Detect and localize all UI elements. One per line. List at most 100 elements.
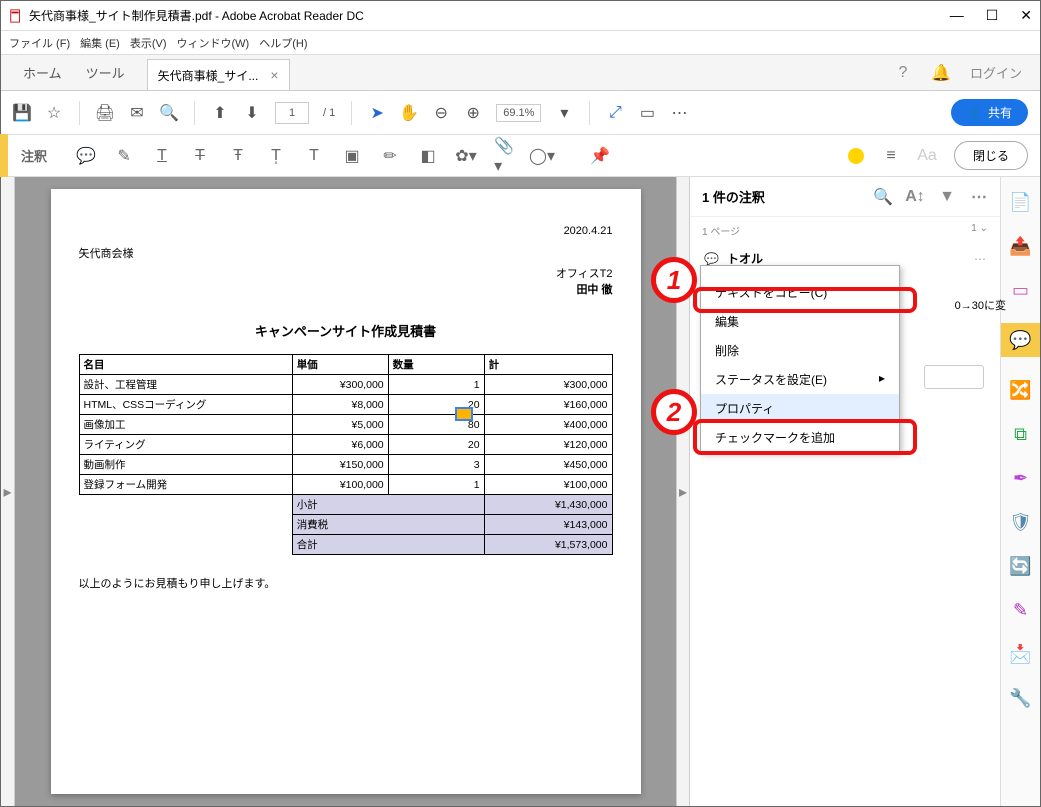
- pencil-icon[interactable]: ✏: [381, 147, 399, 165]
- sticky-note-marker[interactable]: [455, 407, 473, 421]
- menu-set-status[interactable]: ステータスを設定(E)▸: [701, 365, 899, 394]
- strike-icon[interactable]: T: [191, 147, 209, 165]
- comment-bubble-icon: 💬: [704, 252, 719, 266]
- text-icon[interactable]: T: [305, 147, 323, 165]
- rail-compare-icon[interactable]: 🔄: [1010, 555, 1032, 577]
- tab-row: ホーム ツール 矢代商事様_サイ... × ? 🔔 ログイン: [1, 55, 1040, 91]
- share-button[interactable]: 👤 共有: [951, 99, 1028, 126]
- doc-company: オフィスT2: [79, 265, 613, 281]
- share-label: 共有: [988, 104, 1012, 121]
- comment-page-label: 1 ページ: [702, 223, 740, 238]
- pin-icon[interactable]: 📌: [591, 147, 609, 165]
- login-link[interactable]: ログイン: [970, 63, 1022, 82]
- page-total: / 1: [323, 107, 335, 119]
- save-icon[interactable]: 💾: [13, 104, 31, 122]
- replace-text-icon[interactable]: Ŧ: [229, 147, 247, 165]
- doc-author: 田中 徹: [79, 281, 613, 297]
- comment-reply-input[interactable]: [924, 365, 984, 389]
- comment-search-icon[interactable]: 🔍: [874, 188, 892, 206]
- fit-page-icon[interactable]: ▭: [638, 104, 656, 122]
- comments-panel: 1 件の注釈 🔍 A↕ ▼ ⋯ 1 ページ 1 ⌄ 💬 トオル ⋯ 0→30に変…: [690, 177, 1000, 806]
- doc-title: キャンペーンサイト作成見積書: [79, 321, 613, 340]
- help-icon[interactable]: ?: [894, 64, 912, 82]
- star-icon[interactable]: ☆: [45, 104, 63, 122]
- total-row: 合計¥1,573,000: [79, 535, 612, 555]
- menu-delete[interactable]: 削除: [701, 336, 899, 365]
- doc-client: 矢代商会様: [79, 245, 613, 261]
- maximize-button[interactable]: ☐: [986, 7, 999, 24]
- zoom-in-icon[interactable]: ⊕: [464, 104, 482, 122]
- underline-icon[interactable]: T: [153, 147, 171, 165]
- context-menu: テキストをコピー(C) 編集 削除 ステータスを設定(E)▸ プロパティ チェッ…: [700, 265, 900, 453]
- left-panel-toggle[interactable]: ▸: [1, 177, 15, 806]
- tab-document[interactable]: 矢代商事様_サイ... ×: [147, 59, 290, 90]
- close-annotation-button[interactable]: 閉じる: [954, 141, 1028, 170]
- menu-file[interactable]: ファイル (F): [9, 35, 70, 51]
- zoom-out-icon[interactable]: ⊖: [432, 104, 450, 122]
- rail-compress-icon[interactable]: ⧉: [1010, 423, 1032, 445]
- shapes-icon[interactable]: ◯▾: [533, 147, 551, 165]
- right-tool-rail: 📄 📤 ▭ 💬 🔀 ⧉ ✒ 🛡 🔄 ✎ 📩 🔧: [1000, 177, 1040, 806]
- zoom-value[interactable]: 69.1%: [496, 104, 541, 122]
- font-icon[interactable]: Aa: [918, 147, 936, 165]
- main-toolbar: 💾 ☆ 🖨 ✉ 🔍 ⬆ ⬇ 1 / 1 ➤ ✋ ⊖ ⊕ 69.1% ▾ ⤢ ▭ …: [1, 91, 1040, 135]
- insert-text-icon[interactable]: T̩: [267, 147, 285, 165]
- menu-copy-text[interactable]: テキストをコピー(C): [701, 278, 899, 307]
- fit-width-icon[interactable]: ⤢: [606, 104, 624, 122]
- color-picker[interactable]: [848, 148, 864, 164]
- more-tools-icon[interactable]: ⋯: [670, 104, 688, 122]
- rail-edit-pdf-icon[interactable]: ▭: [1010, 279, 1032, 301]
- rail-fill-icon[interactable]: ✎: [1010, 599, 1032, 621]
- rail-organize-icon[interactable]: 🔀: [1010, 379, 1032, 401]
- highlight-icon[interactable]: ✎: [115, 147, 133, 165]
- close-window-button[interactable]: ✕: [1020, 7, 1032, 24]
- rail-more-icon[interactable]: 🔧: [1010, 687, 1032, 709]
- rail-create-pdf-icon[interactable]: 📄: [1010, 191, 1032, 213]
- menu-window[interactable]: ウィンドウ(W): [177, 35, 250, 51]
- rail-sign-icon[interactable]: ✒: [1010, 467, 1032, 489]
- cursor-icon[interactable]: ➤: [368, 104, 386, 122]
- comment-item-more-icon[interactable]: ⋯: [974, 252, 986, 266]
- menu-help[interactable]: ヘルプ(H): [259, 35, 307, 51]
- tax-row: 消費税¥143,000: [79, 515, 612, 535]
- document-page: 2020.4.21 矢代商会様 オフィスT2 田中 徹 キャンペーンサイト作成見…: [51, 189, 641, 794]
- bell-icon[interactable]: 🔔: [932, 64, 950, 82]
- minimize-button[interactable]: —: [950, 7, 964, 24]
- eraser-icon[interactable]: ◧: [419, 147, 437, 165]
- menu-view[interactable]: 表示(V): [130, 35, 167, 51]
- document-viewport[interactable]: 2020.4.21 矢代商会様 オフィスT2 田中 徹 キャンペーンサイト作成見…: [15, 177, 676, 806]
- comment-sort-icon[interactable]: A↕: [906, 188, 924, 206]
- workspace: ▸ 2020.4.21 矢代商会様 オフィスT2 田中 徹 キャンペーンサイト作…: [1, 177, 1040, 806]
- page-input[interactable]: 1: [275, 102, 309, 124]
- menu-properties[interactable]: プロパティ: [701, 394, 899, 423]
- rail-comment-icon[interactable]: 💬: [1001, 323, 1040, 357]
- rail-protect-icon[interactable]: 🛡: [1010, 511, 1032, 533]
- line-weight-icon[interactable]: ≡: [882, 147, 900, 165]
- menu-add-checkmark[interactable]: チェックマークを追加: [701, 423, 899, 452]
- comment-side-text: 0→30に変: [955, 297, 1006, 313]
- comment-more-icon[interactable]: ⋯: [970, 188, 988, 206]
- attach-icon[interactable]: 📎▾: [495, 147, 513, 165]
- page-up-icon[interactable]: ⬆: [211, 104, 229, 122]
- comment-filter-icon[interactable]: ▼: [938, 188, 956, 206]
- search-icon[interactable]: 🔍: [160, 104, 178, 122]
- tab-home[interactable]: ホーム: [23, 63, 62, 82]
- print-icon[interactable]: 🖨: [96, 104, 114, 122]
- tab-tools[interactable]: ツール: [86, 63, 125, 82]
- annotation-label: 注釈: [21, 146, 47, 165]
- menu-edit[interactable]: 編集: [701, 307, 899, 336]
- mail-icon[interactable]: ✉: [128, 104, 146, 122]
- menu-edit[interactable]: 編集 (E): [80, 35, 120, 51]
- comment-icon[interactable]: 💬: [77, 147, 95, 165]
- hand-icon[interactable]: ✋: [400, 104, 418, 122]
- subtotal-row: 小計¥1,430,000: [79, 495, 612, 515]
- zoom-dropdown-icon[interactable]: ▾: [555, 104, 573, 122]
- textbox-icon[interactable]: ▣: [343, 147, 361, 165]
- tab-close-icon[interactable]: ×: [270, 67, 278, 83]
- rail-send-icon[interactable]: 📩: [1010, 643, 1032, 665]
- rail-export-pdf-icon[interactable]: 📤: [1010, 235, 1032, 257]
- window-title: 矢代商事様_サイト制作見積書.pdf - Adobe Acrobat Reade…: [29, 7, 364, 24]
- doc-date: 2020.4.21: [79, 225, 613, 237]
- page-down-icon[interactable]: ⬇: [243, 104, 261, 122]
- stamp-icon[interactable]: ✿▾: [457, 147, 475, 165]
